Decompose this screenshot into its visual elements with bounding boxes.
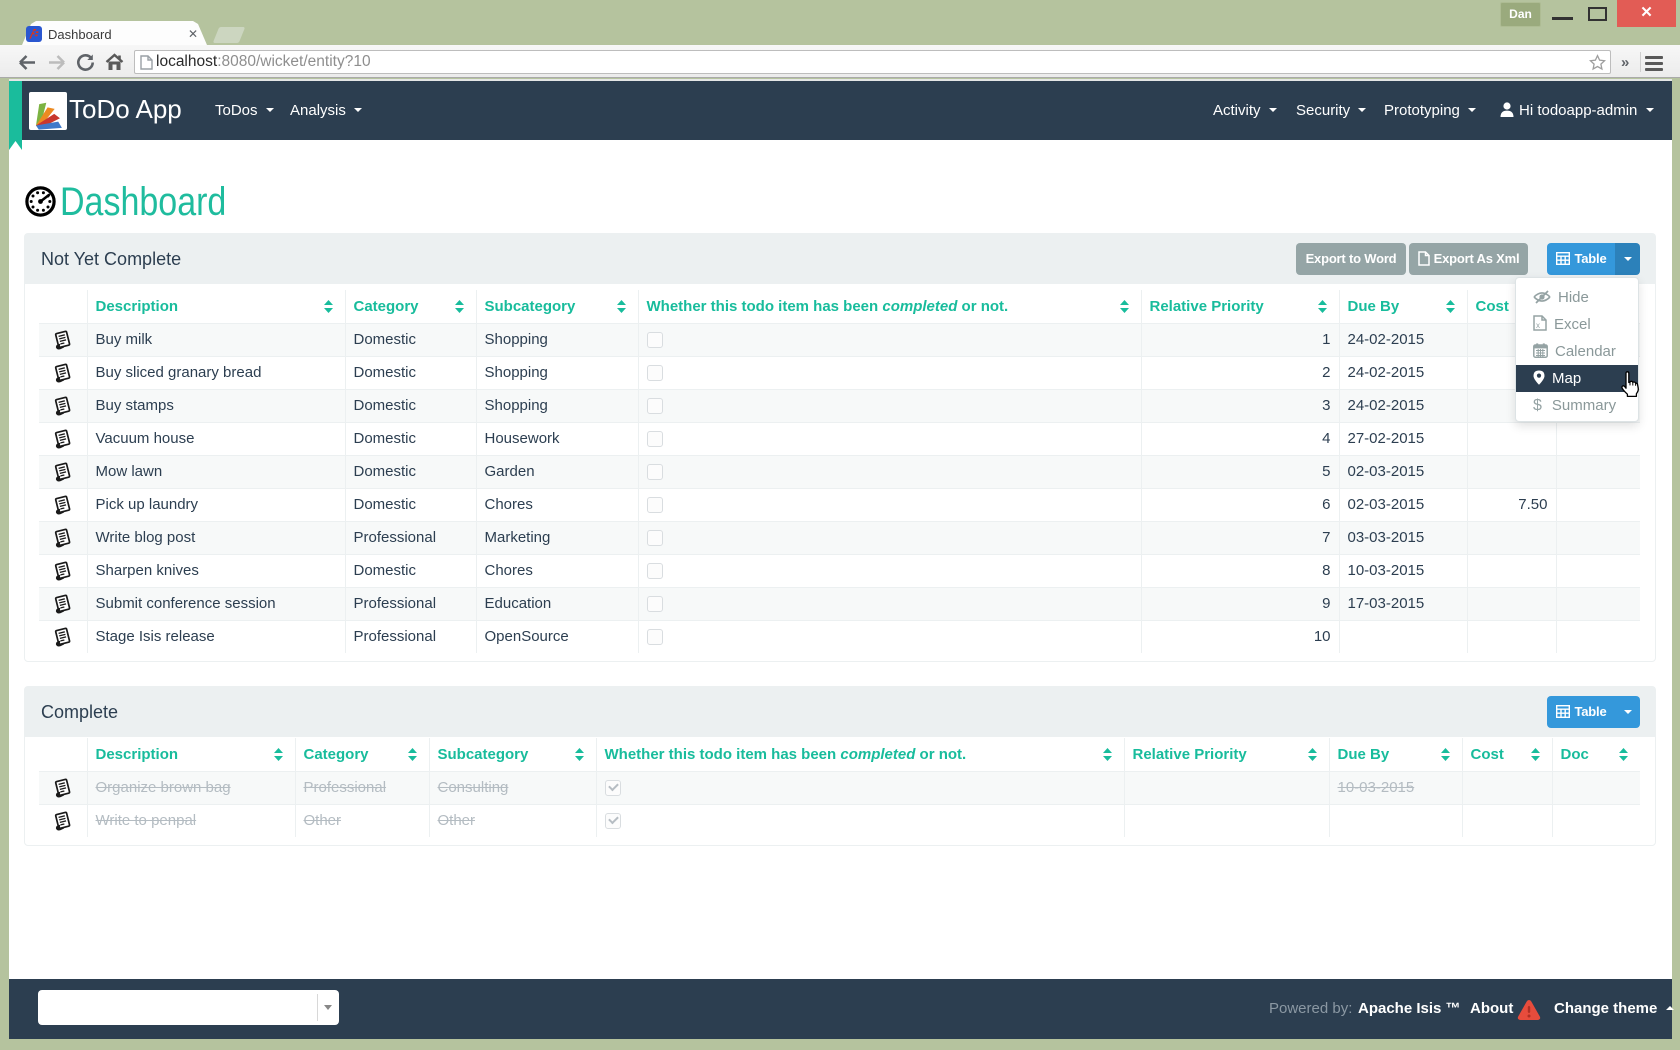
svg-text:x: x [1536, 321, 1540, 330]
